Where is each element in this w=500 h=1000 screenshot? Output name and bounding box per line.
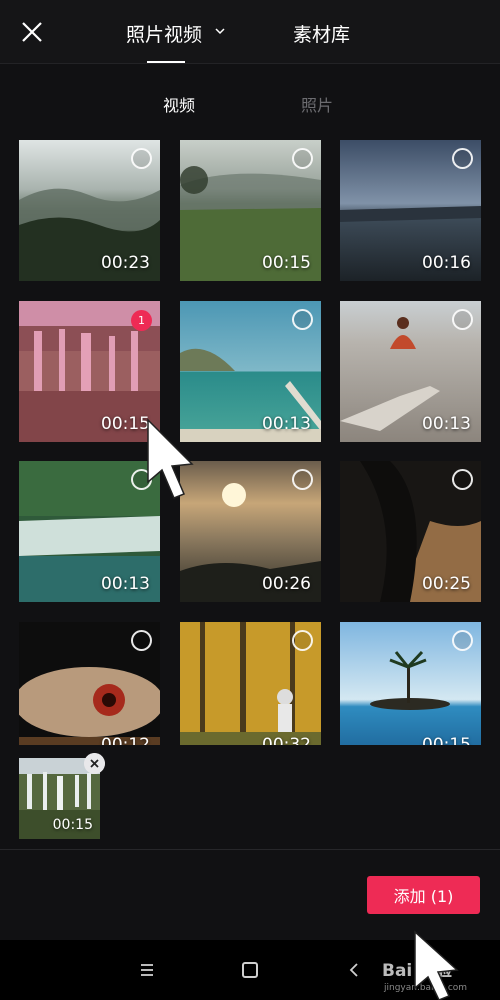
active-tab-indicator [147,61,185,63]
selection-badge[interactable]: 1 [131,310,152,331]
media-thumbnail-lake-dusk[interactable]: 00:16 [340,140,481,281]
select-circle[interactable] [452,148,473,169]
media-thumbnail-forest-stream[interactable]: 00:13 [19,461,160,602]
filter-video[interactable]: 视频 [163,92,195,116]
media-thumbnail-tree-silhouette[interactable]: 00:25 [340,461,481,602]
duration-label: 00:26 [262,574,311,594]
top-bar: 照片视频 素材库 [0,0,500,64]
duration-label: 00:15 [262,253,311,273]
select-circle[interactable] [131,148,152,169]
media-thumbnail-meadow[interactable]: 00:15 [180,140,321,281]
pointer-cursor-icon [414,930,459,1000]
home-icon[interactable] [242,962,258,978]
duration-label: 00:13 [262,414,311,434]
select-circle[interactable] [292,309,313,330]
bottom-action-bar: 添加 (1) [0,850,500,940]
select-circle[interactable] [131,630,152,651]
remove-icon[interactable] [84,753,105,774]
tab-photos-videos[interactable]: 照片视频 [126,20,225,47]
select-circle[interactable] [452,630,473,651]
duration-label: 00:15 [52,817,93,833]
close-icon[interactable] [18,18,46,46]
media-thumbnail-frog[interactable]: 00:12 [19,622,160,763]
media-thumbnail-palm-island[interactable]: 00:15 [340,622,481,763]
select-circle[interactable] [452,309,473,330]
duration-label: 00:15 [101,414,150,434]
back-icon[interactable] [348,961,360,979]
select-circle[interactable] [292,630,313,651]
media-thumbnail-autumn-forest[interactable]: 00:32 [180,622,321,763]
menu-icon[interactable] [138,962,156,978]
select-circle[interactable] [292,469,313,490]
tab-photos-videos-label: 照片视频 [126,24,203,46]
select-circle[interactable] [292,148,313,169]
selected-tray: 00:15 [0,745,500,850]
media-thumbnail-sunset-sea[interactable]: 00:26 [180,461,321,602]
media-thumbnail-beach-pier[interactable]: 00:13 [180,301,321,442]
add-button[interactable]: 添加 (1) [367,876,480,914]
media-thumbnail-meditation-beach[interactable]: 00:13 [340,301,481,442]
duration-label: 00:25 [422,574,471,594]
media-thumbnail-misty-hills[interactable]: 00:23 [19,140,160,281]
duration-label: 00:16 [422,253,471,273]
duration-label: 00:23 [101,253,150,273]
tab-material-library[interactable]: 素材库 [293,20,350,47]
media-thumbnail-waterfall-selected[interactable]: 1 00:15 [19,301,160,442]
chevron-down-icon [215,28,225,35]
filter-photo[interactable]: 照片 [301,92,333,116]
select-circle[interactable] [452,469,473,490]
pointer-cursor-icon [147,418,194,499]
duration-label: 00:13 [422,414,471,434]
duration-label: 00:13 [101,574,150,594]
